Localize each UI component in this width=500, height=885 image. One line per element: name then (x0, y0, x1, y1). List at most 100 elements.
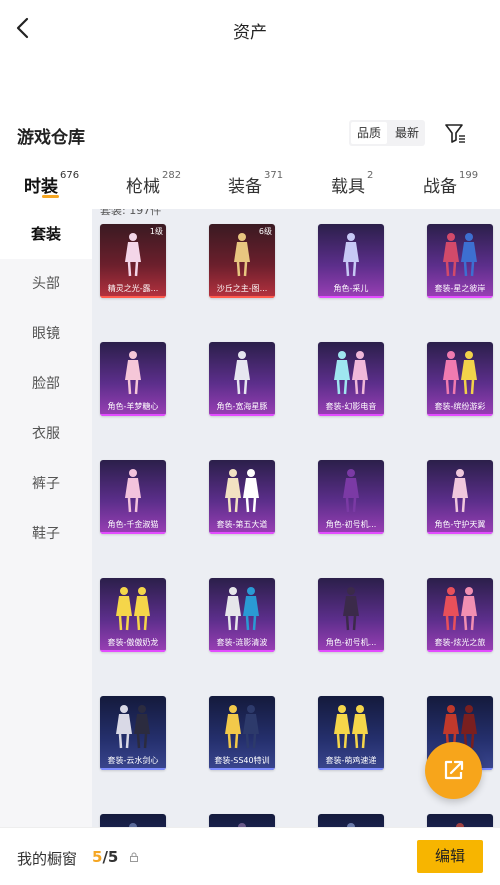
sidebar-item-shoes[interactable]: 鞋子 (0, 509, 92, 559)
tab-label: 战备 (423, 177, 457, 197)
rarity-bar (427, 414, 493, 416)
grid-item[interactable]: 6级沙丘之主-图... (209, 224, 275, 298)
grid-item[interactable]: 角色-千金淑猫 (100, 460, 166, 534)
grid-item[interactable]: 角色-宽海星豚 (209, 342, 275, 416)
grid-item[interactable]: 角色-采儿 (318, 224, 384, 298)
rarity-bar (318, 532, 384, 534)
outfit-figure-icon (443, 587, 477, 631)
item-label: 套装-萌鸡速递 (325, 756, 377, 765)
outfit-figure-icon (343, 233, 359, 277)
sidebar-item-glasses[interactable]: 眼镜 (0, 309, 92, 359)
tab-equipment[interactable]: 装备371 (228, 170, 284, 197)
tab-count: 199 (459, 170, 479, 181)
grid-item[interactable]: 角色-初号机... (318, 578, 384, 652)
rarity-bar (100, 650, 166, 652)
outfit-figure-icon (443, 233, 477, 277)
sidebar-item-face[interactable]: 脸部 (0, 359, 92, 409)
item-grid: 套装: 197件 1级精灵之光-露... 6级沙丘之主-图... 角色-采儿 套装-星… (92, 209, 500, 829)
item-label: 角色-初号机... (325, 638, 377, 647)
sidebar: 套装 头部 眼镜 脸部 衣服 裤子 鞋子 (0, 209, 92, 829)
grid-item[interactable]: 角色-初号机... (318, 460, 384, 534)
outfit-figure-icon (116, 587, 150, 631)
sort-newest-button[interactable]: 最新 (389, 120, 425, 146)
lock-icon (130, 852, 138, 862)
rarity-bar (318, 768, 384, 770)
grid-item[interactable]: 角色-羊梦糖心 (100, 342, 166, 416)
page-title: 资产 (233, 23, 267, 43)
rarity-bar (318, 414, 384, 416)
grid-item[interactable]: 套装-缤纷游彩 (427, 342, 493, 416)
tab-count: 282 (162, 170, 182, 181)
grid-item[interactable]: 套装-萌鸡速递 (318, 696, 384, 770)
outfit-figure-icon (125, 351, 141, 395)
showcase-current: 5 (92, 848, 103, 866)
grid-item[interactable]: 套装-傲傲奶龙 (100, 578, 166, 652)
outfit-figure-icon (225, 705, 259, 749)
rarity-bar (209, 296, 275, 298)
rarity-bar (100, 414, 166, 416)
sidebar-item-sets[interactable]: 套装 (0, 209, 92, 259)
showcase-count: 5/5 (92, 848, 118, 866)
share-button[interactable] (425, 742, 482, 799)
sidebar-item-head[interactable]: 头部 (0, 259, 92, 309)
tab-combat-supplies[interactable]: 战备199 (423, 170, 479, 197)
tab-count: 371 (264, 170, 284, 181)
item-label: 角色-千金淑猫 (107, 520, 159, 529)
rarity-bar (100, 532, 166, 534)
grid-item[interactable]: 套装-云水剑心 (100, 696, 166, 770)
tab-guns[interactable]: 枪械282 (126, 170, 182, 197)
item-label: 精灵之光-露... (107, 284, 159, 293)
rarity-bar (427, 650, 493, 652)
sidebar-item-pants[interactable]: 裤子 (0, 459, 92, 509)
item-level: 1级 (149, 227, 163, 236)
item-label: 角色-宽海星豚 (216, 402, 268, 411)
item-label: 套装-傲傲奶龙 (107, 638, 159, 647)
filter-icon[interactable] (443, 121, 467, 145)
grid-item[interactable]: 套装-SS40特训 (209, 696, 275, 770)
outfit-figure-icon (334, 351, 368, 395)
tab-fashion[interactable]: 时装676 (24, 170, 79, 197)
rarity-bar (100, 768, 166, 770)
item-label: 套装-第五大道 (216, 520, 268, 529)
item-label: 套装-涟影清波 (216, 638, 268, 647)
item-label: 角色-采儿 (333, 284, 369, 293)
tab-label: 时装 (24, 177, 58, 197)
outfit-figure-icon (343, 587, 359, 631)
tab-vehicles[interactable]: 载具2 (331, 170, 373, 197)
outfit-figure-icon (443, 351, 477, 395)
active-tab-indicator (42, 195, 59, 198)
rarity-bar (318, 296, 384, 298)
showcase-total: /5 (102, 848, 119, 866)
edit-button[interactable]: 编辑 (417, 840, 483, 873)
item-label: 套装-幻影电音 (325, 402, 377, 411)
rarity-bar (100, 296, 166, 298)
tab-label: 装备 (228, 177, 262, 197)
rarity-bar (209, 414, 275, 416)
outfit-figure-icon (225, 587, 259, 631)
rarity-bar (209, 532, 275, 534)
grid-item[interactable]: 套装-幻影电音 (318, 342, 384, 416)
tab-label: 枪械 (126, 177, 160, 197)
item-label: 沙丘之主-图... (216, 284, 268, 293)
grid-item[interactable]: 套装-第五大道 (209, 460, 275, 534)
outfit-figure-icon (125, 469, 141, 513)
grid-item[interactable]: 角色-守护天翼 (427, 460, 493, 534)
item-label: 角色-羊梦糖心 (107, 402, 159, 411)
grid-caption: 套装: 197件 (100, 209, 162, 217)
sort-toggle: 品质 最新 (349, 120, 425, 146)
grid-item[interactable]: 1级精灵之光-露... (100, 224, 166, 298)
rarity-bar (209, 650, 275, 652)
grid-item[interactable]: 套装-炫光之旅 (427, 578, 493, 652)
share-icon (444, 760, 464, 780)
item-label: 套装-云水剑心 (107, 756, 159, 765)
grid-item[interactable]: 套装-涟影清波 (209, 578, 275, 652)
item-level: 6级 (258, 227, 272, 236)
sidebar-item-clothes[interactable]: 衣服 (0, 409, 92, 459)
sort-quality-button[interactable]: 品质 (351, 122, 387, 144)
section-header: 游戏仓库 品质 最新 (0, 112, 500, 156)
top-bar: 资产 (0, 0, 500, 58)
grid-item[interactable]: 套装-星之彼岸 (427, 224, 493, 298)
outfit-figure-icon (225, 469, 259, 513)
item-label: 角色-初号机... (325, 520, 377, 529)
tab-label: 载具 (331, 177, 365, 197)
